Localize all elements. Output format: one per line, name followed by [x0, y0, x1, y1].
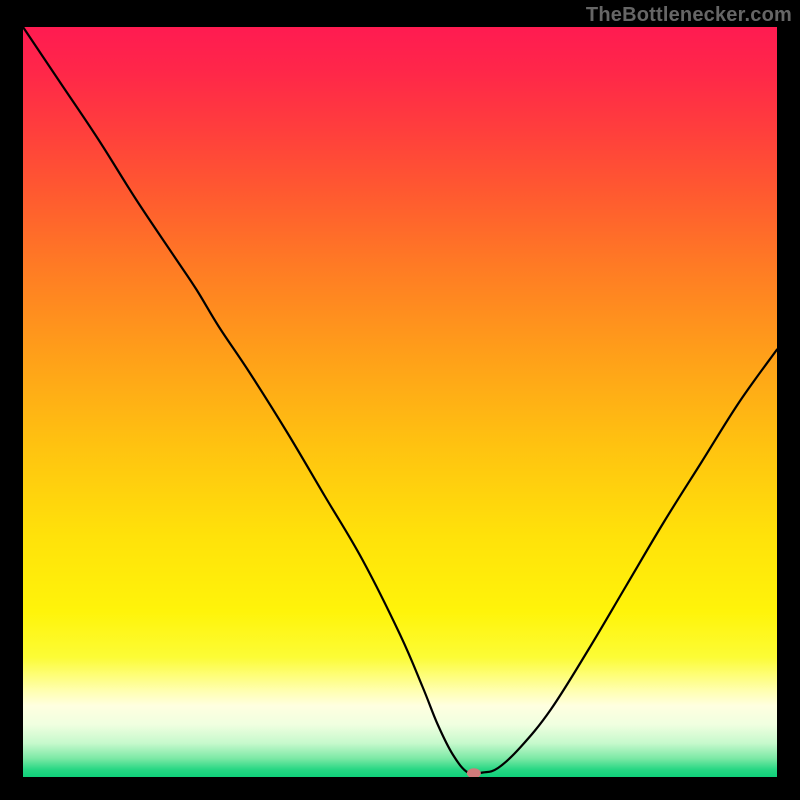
- chart-svg: [23, 27, 777, 777]
- chart-background: [23, 27, 777, 777]
- chart-container: TheBottlenecker.com: [0, 0, 800, 800]
- watermark-text: TheBottlenecker.com: [586, 4, 792, 27]
- plot-area: [23, 27, 777, 777]
